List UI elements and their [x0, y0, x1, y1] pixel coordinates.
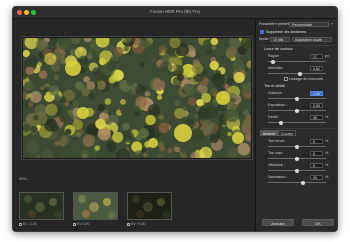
strength-label: Intensité :	[268, 66, 285, 70]
settings-panel: Paramètre prédéfini : Personnalisé ≡ Sup…	[255, 19, 337, 231]
thumbnail-1-checkbox[interactable]	[19, 222, 22, 226]
thumbnail-1-image	[20, 193, 63, 219]
divider	[260, 128, 335, 129]
detail-slider-handle[interactable]	[279, 120, 283, 125]
smooth-edges-label: Lissage de contours	[289, 76, 323, 81]
preset-menu-icon[interactable]: ≡	[331, 22, 333, 26]
vibrance-input[interactable]: 0	[310, 162, 323, 168]
thumbnail-3-caption: EV +3,00	[127, 222, 146, 226]
thumbnail-2[interactable]	[73, 192, 118, 220]
exposure-input[interactable]: 0,00	[310, 102, 323, 108]
source-thumbnails: EV -3,00 EV 0,00 EV +3,00	[19, 183, 255, 231]
highlight-unit: %	[325, 151, 329, 155]
title-bar: Fusion HDR Pro (90,7%)	[13, 7, 337, 19]
ok-button[interactable]: OK	[302, 219, 334, 226]
shadow-unit: %	[325, 139, 329, 143]
thumbnail-2-caption: EV 0,00	[73, 222, 89, 226]
radius-input[interactable]: 17	[310, 53, 323, 59]
saturation-unit: %	[325, 175, 329, 179]
gamma-slider-handle[interactable]	[295, 96, 299, 101]
vibrance-unit: %	[325, 163, 329, 167]
saturation-slider-handle[interactable]	[301, 180, 305, 185]
strength-slider-handle[interactable]	[298, 71, 302, 76]
saturation-input[interactable]: 20	[310, 174, 323, 180]
bit-depth-select[interactable]: 16 bits	[270, 36, 290, 42]
saturation-slider[interactable]	[268, 182, 326, 183]
smooth-edges-checkbox[interactable]	[284, 77, 288, 81]
saturation-label: Saturation :	[268, 175, 288, 179]
highlight-label: Ton clair :	[268, 151, 285, 155]
tab-advanced[interactable]: Avancé	[260, 130, 278, 136]
tone-detail-header: Ton et détail	[264, 84, 285, 88]
window-title: Fusion HDR Pro (90,7%)	[150, 9, 200, 14]
thumbnail-3-image	[128, 193, 171, 219]
radius-slider-handle[interactable]	[271, 59, 275, 64]
detail-unit: %	[325, 115, 329, 119]
vibrance-slider-handle[interactable]	[295, 168, 299, 173]
gamma-input[interactable]: 1,00	[310, 90, 323, 96]
thumbnail-2-checkbox[interactable]	[73, 222, 76, 226]
method-select[interactable]: Adaptation locale	[292, 36, 332, 42]
strength-input[interactable]: 0,52	[310, 65, 323, 71]
thumbnail-1-label: EV -3,00	[23, 222, 37, 226]
thumbnail-2-image	[74, 193, 117, 219]
detail-label: Détail :	[268, 115, 280, 119]
gamma-label: Gamma :	[268, 91, 284, 95]
tab-curve[interactable]: Courbe	[278, 130, 296, 136]
vibrance-label: Vibrance :	[268, 163, 286, 167]
highlight-slider-handle[interactable]	[295, 156, 299, 161]
thumbnail-3-checkbox[interactable]	[127, 222, 130, 226]
exposure-label: Exposition :	[268, 103, 288, 107]
radius-slider[interactable]	[268, 61, 326, 62]
forest-aerial-photo	[23, 38, 251, 158]
preview-area: 55% EV -3,00 EV 0,00 EV +3,00	[13, 19, 255, 231]
cancel-button[interactable]: Annuler	[262, 219, 294, 226]
thumbnail-2-label: EV 0,00	[77, 222, 90, 226]
preset-select[interactable]: Personnalisé	[289, 21, 329, 27]
detail-slider[interactable]	[268, 122, 326, 123]
divider	[260, 45, 335, 46]
highlight-input[interactable]: 0	[310, 150, 323, 156]
detail-input[interactable]: 30	[310, 114, 323, 120]
radius-label: Rayon :	[268, 54, 282, 58]
remove-ghosts-label: Supprimer les fantômes	[266, 29, 307, 34]
radius-unit: px	[325, 54, 330, 58]
thumbnail-3[interactable]	[127, 192, 172, 220]
shadow-slider-handle[interactable]	[295, 144, 299, 149]
shadow-input[interactable]: 0	[310, 138, 323, 144]
remove-ghosts-checkbox[interactable]	[260, 30, 264, 34]
zoom-level[interactable]: 55%	[19, 176, 27, 181]
thumbnail-3-label: EV +3,00	[131, 222, 146, 226]
shadow-label: Ton foncé :	[268, 139, 287, 143]
hdr-pro-window: Fusion HDR Pro (90,7%) 55% EV -3,00 EV 0…	[12, 6, 338, 232]
edge-glow-header: Lueur de contour	[264, 47, 293, 51]
preview-frame	[21, 36, 253, 160]
thumbnail-1-caption: EV -3,00	[19, 222, 37, 226]
exposure-slider-handle[interactable]	[295, 108, 299, 113]
thumbnail-1[interactable]	[19, 192, 64, 220]
mode-label: Mode :	[259, 37, 271, 41]
strength-slider[interactable]	[268, 73, 326, 74]
